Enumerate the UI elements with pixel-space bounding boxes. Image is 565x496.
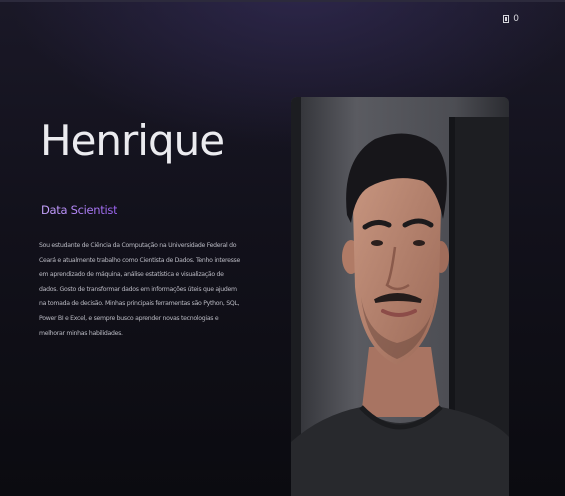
- hero-name: Henrique: [40, 116, 225, 165]
- portfolio-page: 0 Henrique Data Scientist Sou estudante …: [0, 0, 565, 496]
- hero-role: Data Scientist: [41, 203, 118, 217]
- language-toggle-label: 0: [513, 14, 519, 24]
- hero-bio: Sou estudante de Ciência da Computação n…: [39, 242, 240, 337]
- translate-toggle-icon: [503, 15, 510, 23]
- top-border: [0, 0, 565, 2]
- profile-photo: [291, 97, 509, 496]
- language-toggle[interactable]: 0: [503, 14, 519, 24]
